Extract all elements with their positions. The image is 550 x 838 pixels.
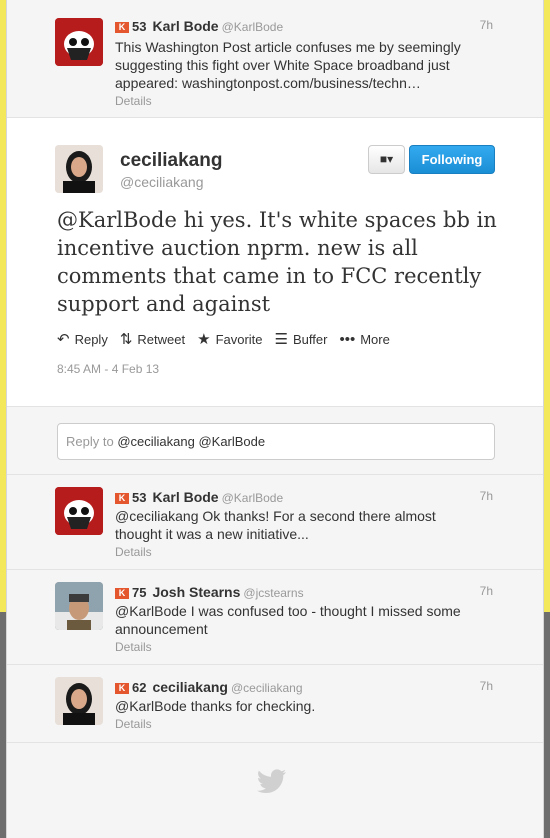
tweet-header: K 53 Karl Bode @KarlBode bbox=[115, 489, 283, 505]
tweet-text: @KarlBode thanks for checking. bbox=[115, 698, 316, 714]
klout-score: 62 bbox=[132, 680, 147, 695]
more-label: More bbox=[360, 331, 390, 347]
following-button[interactable]: Following bbox=[409, 145, 495, 174]
reply-tweet[interactable]: K 62 ceciliakang @ceciliakang 7h @KarlBode … bbox=[7, 665, 543, 743]
klout-icon: K bbox=[115, 22, 129, 33]
retweet-label: Retweet bbox=[137, 331, 186, 347]
reply-recipients: @ceciliakang @KarlBode bbox=[117, 434, 266, 449]
klout-score: 53 bbox=[132, 490, 147, 505]
tweet-header: K 75 Josh Stearns @jcstearns bbox=[115, 584, 304, 600]
karlbode-avatar[interactable] bbox=[55, 18, 103, 66]
favorite-label: Favorite bbox=[215, 331, 263, 347]
retweet-icon: ⇅ bbox=[119, 331, 133, 348]
reply-label: Reply bbox=[74, 331, 108, 347]
buffer-icon: ☰ bbox=[274, 331, 288, 348]
klout-icon: K bbox=[115, 493, 129, 504]
tweet-actions: ↶ Reply ⇅ Retweet ★ Favorite ☰ Buffer ••• Mor… bbox=[57, 330, 402, 349]
focused-author-name[interactable]: ceciliakang bbox=[120, 150, 222, 172]
buffer-label: Buffer bbox=[292, 331, 328, 347]
reply-icon: ↶ bbox=[57, 331, 70, 348]
favorite-action[interactable]: ★ Favorite bbox=[197, 330, 262, 348]
user-actions-dropdown[interactable]: ■▾ bbox=[368, 145, 405, 174]
parent-tweet[interactable]: K 53 Karl Bode @KarlBode 7h This Washington… bbox=[7, 0, 543, 118]
tweet-timestamp[interactable]: 8:45 AM - 4 Feb 13 bbox=[57, 362, 159, 376]
author-handle[interactable]: @ceciliakang bbox=[231, 681, 303, 695]
author-handle[interactable]: @KarlBode bbox=[222, 20, 284, 34]
reply-action[interactable]: ↶ Reply bbox=[57, 330, 108, 348]
reply-input[interactable]: Reply to @ceciliakang @KarlBode bbox=[57, 423, 495, 460]
tweet-time[interactable]: 7h bbox=[480, 679, 493, 693]
tweet-text: This Washington Post article confuses me… bbox=[115, 39, 461, 91]
joshstearns-avatar[interactable] bbox=[55, 582, 103, 630]
more-icon: ••• bbox=[339, 330, 356, 348]
tweet-header: K 53 Karl Bode @KarlBode bbox=[115, 18, 283, 34]
details-link[interactable]: Details bbox=[115, 94, 152, 108]
ceciliakang-avatar[interactable] bbox=[55, 677, 103, 725]
focused-author-handle[interactable]: @ceciliakang bbox=[120, 174, 203, 190]
details-link[interactable]: Details bbox=[115, 717, 152, 731]
tweet-conversation-panel: K 53 Karl Bode @KarlBode 7h This Washington… bbox=[6, 0, 544, 838]
details-link[interactable]: Details bbox=[115, 640, 152, 654]
klout-icon: K bbox=[115, 683, 129, 694]
reply-tweet[interactable]: K 75 Josh Stearns @jcstearns 7h @KarlBode I… bbox=[7, 570, 543, 665]
tweet-time[interactable]: 7h bbox=[480, 584, 493, 598]
klout-icon: K bbox=[115, 588, 129, 599]
tweet-time[interactable]: 7h bbox=[480, 489, 493, 503]
reply-tweet[interactable]: K 53 Karl Bode @KarlBode 7h @ceciliakang Ok… bbox=[7, 475, 543, 570]
klout-score: 75 bbox=[132, 585, 147, 600]
reply-area: Reply to @ceciliakang @KarlBode bbox=[7, 407, 543, 475]
author-name[interactable]: Karl Bode bbox=[152, 489, 218, 505]
twitter-bird-icon bbox=[256, 768, 287, 800]
tweet-time[interactable]: 7h bbox=[480, 18, 493, 32]
retweet-action[interactable]: ⇅ Retweet bbox=[120, 330, 185, 348]
author-name[interactable]: Karl Bode bbox=[152, 18, 218, 34]
klout-score: 53 bbox=[132, 19, 147, 34]
tweet-text: @KarlBode I was confused too - thought I… bbox=[115, 603, 461, 637]
tweet-header: K 62 ceciliakang @ceciliakang bbox=[115, 679, 303, 695]
focused-tweet-text: @KarlBode hi yes. It's white spaces bb i… bbox=[57, 208, 497, 316]
focused-tweet: ceciliakang @ceciliakang ■▾ Following @K… bbox=[7, 118, 543, 407]
karlbode-avatar[interactable] bbox=[55, 487, 103, 535]
details-link[interactable]: Details bbox=[115, 545, 152, 559]
tweet-text: @ceciliakang Ok thanks! For a second the… bbox=[115, 508, 436, 542]
author-handle[interactable]: @KarlBode bbox=[222, 491, 284, 505]
reply-prefix: Reply to bbox=[66, 434, 114, 449]
more-action[interactable]: ••• More bbox=[339, 330, 389, 348]
author-name[interactable]: Josh Stearns bbox=[152, 584, 240, 600]
buffer-action[interactable]: ☰ Buffer bbox=[275, 330, 328, 348]
author-name[interactable]: ceciliakang bbox=[152, 679, 228, 695]
star-icon: ★ bbox=[197, 331, 211, 348]
person-dropdown-icon: ■▾ bbox=[379, 152, 394, 166]
ceciliakang-avatar[interactable] bbox=[55, 145, 103, 193]
author-handle[interactable]: @jcstearns bbox=[243, 586, 303, 600]
